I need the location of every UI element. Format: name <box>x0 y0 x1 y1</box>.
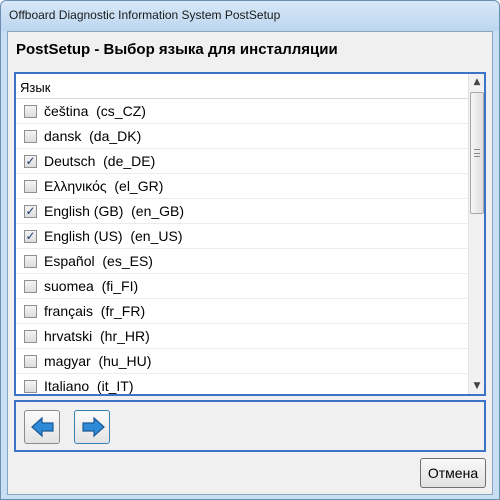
checkmark-icon <box>25 178 36 191</box>
language-list[interactable]: Язык čeština (cs_CZ) dansk (da_DK) ✓ Deu… <box>14 72 486 396</box>
language-label: English (GB) (en_GB) <box>44 203 185 219</box>
scroll-down-icon[interactable]: ▼ <box>469 378 485 394</box>
navigation-bar <box>14 400 486 452</box>
language-label: English (US) (en_US) <box>44 228 183 244</box>
language-label: Ελληνικός (el_GR) <box>44 178 164 194</box>
list-item[interactable]: hrvatski (hr_HR) <box>16 324 468 349</box>
language-label: Italiano (it_IT) <box>44 378 134 394</box>
checkmark-icon <box>25 378 36 391</box>
list-item[interactable]: dansk (da_DK) <box>16 124 468 149</box>
list-column-header[interactable]: Язык <box>16 74 468 99</box>
checkbox[interactable]: ✓ <box>24 154 37 168</box>
list-item[interactable]: suomea (fi_FI) <box>16 274 468 299</box>
back-button[interactable] <box>24 410 60 444</box>
checkbox[interactable] <box>24 305 37 318</box>
language-rows: čeština (cs_CZ) dansk (da_DK) ✓ Deutsch … <box>16 99 468 394</box>
list-item[interactable]: čeština (cs_CZ) <box>16 99 468 124</box>
list-item[interactable]: ✓ English (US) (en_US) <box>16 224 468 249</box>
checkbox[interactable] <box>24 280 37 293</box>
list-item[interactable]: ✓ English (GB) (en_GB) <box>16 199 468 224</box>
list-item[interactable]: français (fr_FR) <box>16 299 468 324</box>
window: Offboard Diagnostic Information System P… <box>0 0 500 500</box>
language-label: čeština (cs_CZ) <box>44 103 146 119</box>
checkbox[interactable]: ✓ <box>24 204 37 218</box>
language-label: Español (es_ES) <box>44 253 153 269</box>
cancel-button[interactable]: Отмена <box>420 458 486 488</box>
checkmark-icon: ✓ <box>25 154 36 168</box>
language-label: hrvatski (hr_HR) <box>44 328 150 344</box>
checkmark-icon <box>25 253 36 266</box>
checkmark-icon <box>25 128 36 141</box>
checkbox[interactable]: ✓ <box>24 229 37 243</box>
list-item[interactable]: Español (es_ES) <box>16 249 468 274</box>
language-label: magyar (hu_HU) <box>44 353 152 369</box>
checkbox[interactable] <box>24 180 37 193</box>
next-button[interactable] <box>74 410 110 444</box>
checkbox[interactable] <box>24 130 37 143</box>
checkmark-icon <box>25 328 36 341</box>
language-label: dansk (da_DK) <box>44 128 142 144</box>
list-item[interactable]: magyar (hu_HU) <box>16 349 468 374</box>
column-header-language: Язык <box>20 80 51 95</box>
list-item[interactable]: Ελληνικός (el_GR) <box>16 174 468 199</box>
window-title: Offboard Diagnostic Information System P… <box>9 8 281 22</box>
title-bar[interactable]: Offboard Diagnostic Information System P… <box>1 1 499 31</box>
list-item[interactable]: ✓ Deutsch (de_DE) <box>16 149 468 174</box>
checkbox[interactable] <box>24 255 37 268</box>
checkmark-icon <box>25 353 36 366</box>
arrow-left-icon <box>31 416 54 438</box>
checkbox[interactable] <box>24 105 37 118</box>
checkmark-icon: ✓ <box>25 229 36 243</box>
page-title: PostSetup - Выбор языка для инсталляции <box>16 41 338 58</box>
dialog-body: PostSetup - Выбор языка для инсталляции … <box>7 31 493 495</box>
language-label: suomea (fi_FI) <box>44 278 139 294</box>
language-label: français (fr_FR) <box>44 303 146 319</box>
checkbox[interactable] <box>24 330 37 343</box>
grip-icon <box>474 149 480 157</box>
vertical-scrollbar[interactable]: ▲ ▼ <box>468 74 484 394</box>
checkbox[interactable] <box>24 380 37 393</box>
arrow-right-icon <box>82 416 105 438</box>
checkmark-icon <box>25 303 36 316</box>
checkbox[interactable] <box>24 355 37 368</box>
checkmark-icon <box>25 278 36 291</box>
scrollbar-thumb[interactable] <box>470 92 484 214</box>
checkmark-icon: ✓ <box>25 204 36 218</box>
scroll-up-icon[interactable]: ▲ <box>469 74 485 90</box>
list-item[interactable]: Italiano (it_IT) <box>16 374 468 394</box>
checkmark-icon <box>25 103 36 116</box>
language-label: Deutsch (de_DE) <box>44 153 156 169</box>
